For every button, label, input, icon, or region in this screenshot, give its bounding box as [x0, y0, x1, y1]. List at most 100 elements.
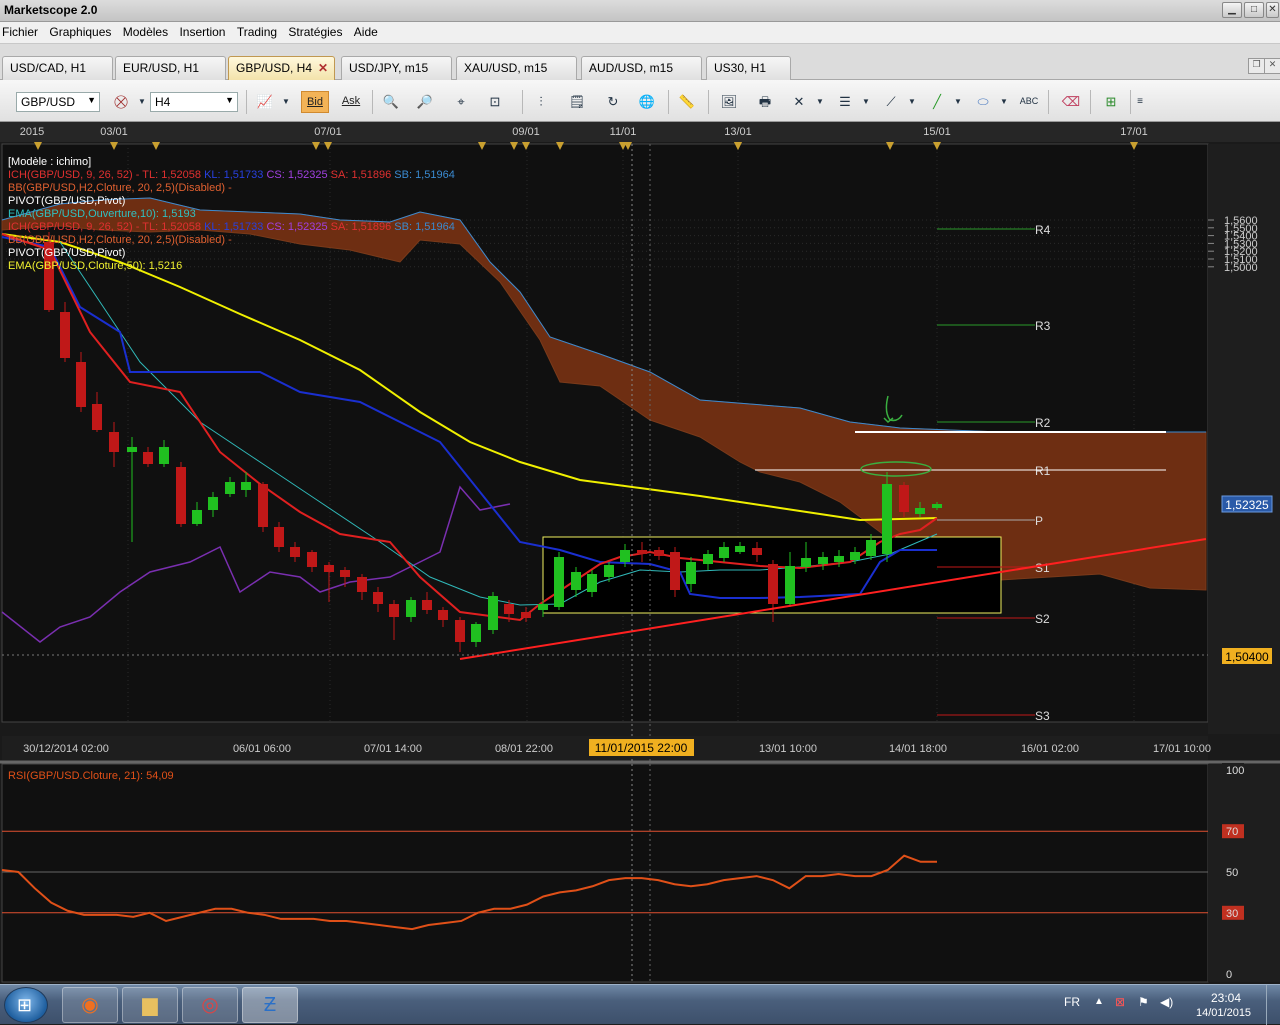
tab-usdcad[interactable]: USD/CAD, H1 [2, 56, 113, 80]
sync-icon[interactable]: ↻ [602, 91, 624, 113]
candle-body[interactable] [932, 504, 942, 508]
candle-body[interactable] [274, 527, 284, 547]
timeframe-select[interactable]: H4 ▼ [150, 92, 238, 112]
language-indicator[interactable]: FR [1064, 995, 1080, 1009]
candle-body[interactable] [670, 552, 680, 590]
rsi-pane[interactable] [1, 763, 1209, 983]
candle-body[interactable] [538, 604, 548, 610]
candle-body[interactable] [654, 550, 664, 556]
close-button[interactable]: ✕ [1266, 2, 1279, 18]
candle-body[interactable] [587, 574, 597, 592]
candle-body[interactable] [637, 550, 647, 554]
hierarchy-icon[interactable]: ⊞ [1100, 91, 1122, 113]
legend-row[interactable]: BB(GBP/USD,H2,Cloture, 20, 2,5)(Disabled… [8, 182, 232, 194]
candle-body[interactable] [389, 604, 399, 617]
maximize-button[interactable]: □ [1244, 2, 1264, 18]
candle-body[interactable] [604, 565, 614, 577]
ellipse-tool-icon[interactable]: ⬭ [972, 91, 994, 113]
candle-body[interactable] [850, 552, 860, 560]
legend-row[interactable]: ICH(GBP/USD, 9, 26, 52) - TL: 1,52058 KL… [8, 221, 455, 233]
candle-body[interactable] [159, 447, 169, 464]
ruler-icon[interactable]: 📏 [676, 91, 698, 113]
candle-body[interactable] [735, 546, 745, 552]
candle-body[interactable] [225, 482, 235, 494]
candle-body[interactable] [818, 557, 828, 564]
candle-body[interactable] [488, 596, 498, 630]
legend-row[interactable]: PIVOT(GBP/USD,Pivot) [8, 195, 125, 207]
candle-body[interactable] [866, 540, 876, 556]
trendline-tool-icon[interactable]: ╱ [926, 91, 948, 113]
template-icon[interactable]: 🗒 [566, 91, 588, 113]
chart-area[interactable]: 2015 03/01 07/01 09/01 11/01 13/01 15/01 17/01 … [0, 122, 1280, 984]
print-icon[interactable]: 🖶 [754, 91, 776, 113]
candle-body[interactable] [422, 600, 432, 610]
candle-body[interactable] [192, 510, 202, 524]
action-center-icon[interactable]: ⚑ [1138, 995, 1149, 1009]
candle-body[interactable] [340, 570, 350, 577]
tab-usdjpy[interactable]: USD/JPY, m15 [341, 56, 452, 80]
candle-body[interactable] [703, 554, 713, 564]
chart-type-icon[interactable]: 📈 [254, 91, 276, 113]
candle-body[interactable] [176, 467, 186, 524]
legend-row[interactable]: PIVOT(GBP/USD,Pivot) [8, 247, 125, 259]
network-icon[interactable]: ⊠ [1115, 995, 1125, 1009]
candle-body[interactable] [143, 452, 153, 464]
chevron-down-icon[interactable]: ▼ [860, 91, 872, 113]
legend-row[interactable]: [Modèle : ichimo] [8, 156, 91, 168]
candle-body[interactable] [373, 592, 383, 604]
cursor-icon[interactable]: ⌖ [450, 91, 472, 113]
clock-date[interactable]: 14/01/2015 [1196, 1007, 1251, 1019]
candle-body[interactable] [752, 548, 762, 555]
candle-body[interactable] [438, 610, 448, 620]
menu-modeles[interactable]: Modèles [121, 22, 174, 39]
chevron-down-icon[interactable]: ▼ [998, 91, 1010, 113]
candle-body[interactable] [357, 577, 367, 592]
close-chart-icon[interactable]: ✕ [1264, 58, 1280, 74]
toolbar-overflow-icon[interactable]: ≡ [1134, 91, 1146, 113]
text-tool-icon[interactable]: ABC [1018, 91, 1040, 113]
candle-body[interactable] [127, 447, 137, 452]
candle-body[interactable] [109, 432, 119, 452]
tab-gbpusd[interactable]: GBP/USD, H4 ✕ [228, 56, 335, 80]
candle-body[interactable] [882, 484, 892, 554]
chevron-down-icon[interactable]: ▼ [814, 91, 826, 113]
candle-body[interactable] [471, 624, 481, 642]
globe-icon[interactable]: 🌐 [636, 91, 658, 113]
candle-body[interactable] [455, 620, 465, 642]
tick-chart-icon[interactable]: ⛒ [110, 91, 132, 113]
menu-graphiques[interactable]: Graphiques [47, 22, 117, 39]
legend-row[interactable]: ICH(GBP/USD, 9, 26, 52) - TL: 1,52058 KL… [8, 169, 455, 181]
candle-body[interactable] [92, 404, 102, 430]
chevron-down-icon[interactable]: ▼ [906, 91, 918, 113]
tab-eurusd[interactable]: EUR/USD, H1 [115, 56, 226, 80]
candle-body[interactable] [521, 612, 531, 618]
indicator-icon[interactable]: ⫶ [530, 91, 552, 113]
candle-body[interactable] [406, 600, 416, 617]
menu-insertion[interactable]: Insertion [177, 22, 231, 39]
candle-body[interactable] [785, 566, 795, 604]
zoom-in-icon[interactable]: 🔍 [380, 91, 402, 113]
candle-body[interactable] [76, 362, 86, 407]
candle-body[interactable] [768, 564, 778, 604]
lines-tool-icon[interactable]: ☰ [834, 91, 856, 113]
menu-aide[interactable]: Aide [352, 22, 384, 39]
data-window-icon[interactable]: ⊡ [484, 91, 506, 113]
clock-time[interactable]: 23:04 [1211, 991, 1241, 1005]
candle-body[interactable] [324, 565, 334, 572]
candle-body[interactable] [686, 562, 696, 584]
zoom-out-icon[interactable]: 🔎 [414, 91, 436, 113]
tab-audusd[interactable]: AUD/USD, m15 [581, 56, 702, 80]
tray-arrow-icon[interactable]: ▲ [1094, 996, 1104, 1007]
candle-body[interactable] [307, 552, 317, 567]
chevron-down-icon[interactable]: ▼ [136, 91, 148, 113]
candle-body[interactable] [241, 482, 251, 490]
start-button[interactable]: ⊞ [4, 987, 48, 1023]
candle-body[interactable] [504, 604, 514, 614]
symbol-select[interactable]: GBP/USD ▼ [16, 92, 100, 112]
candle-body[interactable] [571, 572, 581, 590]
tab-xauusd[interactable]: XAU/USD, m15 [456, 56, 577, 80]
close-tab-icon[interactable]: ✕ [318, 61, 328, 75]
candle-body[interactable] [719, 547, 729, 558]
menu-fichier[interactable]: Fichier [0, 22, 44, 39]
candle-body[interactable] [290, 547, 300, 557]
